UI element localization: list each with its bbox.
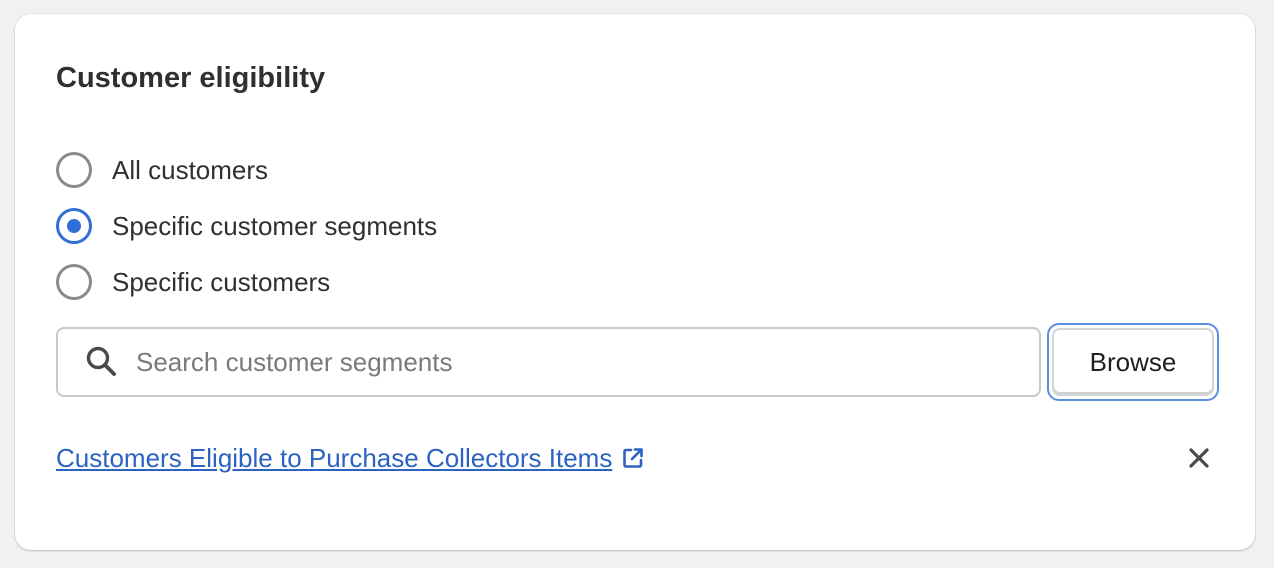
radio-button-all-customers[interactable] xyxy=(56,152,92,188)
browse-button[interactable]: Browse xyxy=(1047,323,1219,401)
radio-option-all-customers[interactable]: All customers xyxy=(56,152,268,188)
customer-eligibility-card: Customer eligibility All customers Speci… xyxy=(15,14,1255,550)
search-icon xyxy=(86,346,116,376)
radio-button-specific-segments[interactable] xyxy=(56,208,92,244)
close-icon xyxy=(1189,448,1209,468)
segment-search-input[interactable] xyxy=(136,342,996,382)
selected-segment-link[interactable]: Customers Eligible to Purchase Collector… xyxy=(56,439,644,477)
radio-label-specific-segments: Specific customer segments xyxy=(112,211,438,241)
radio-label-all-customers: All customers xyxy=(112,155,269,185)
external-link-icon xyxy=(623,448,644,468)
segment-search-field[interactable] xyxy=(56,327,1041,397)
radio-option-specific-segments[interactable]: Specific customer segments xyxy=(56,208,437,244)
selected-segment-label: Customers Eligible to Purchase Collector… xyxy=(56,443,613,473)
radio-option-specific-customers[interactable]: Specific customers xyxy=(56,264,330,300)
browse-button-label: Browse xyxy=(1052,328,1214,396)
radio-label-specific-customers: Specific customers xyxy=(112,267,331,297)
section-title: Customer eligibility xyxy=(56,62,326,94)
selected-segment-row: Customers Eligible to Purchase Collector… xyxy=(56,439,1216,477)
radio-button-specific-customers[interactable] xyxy=(56,264,92,300)
remove-segment-button[interactable] xyxy=(1182,441,1216,475)
